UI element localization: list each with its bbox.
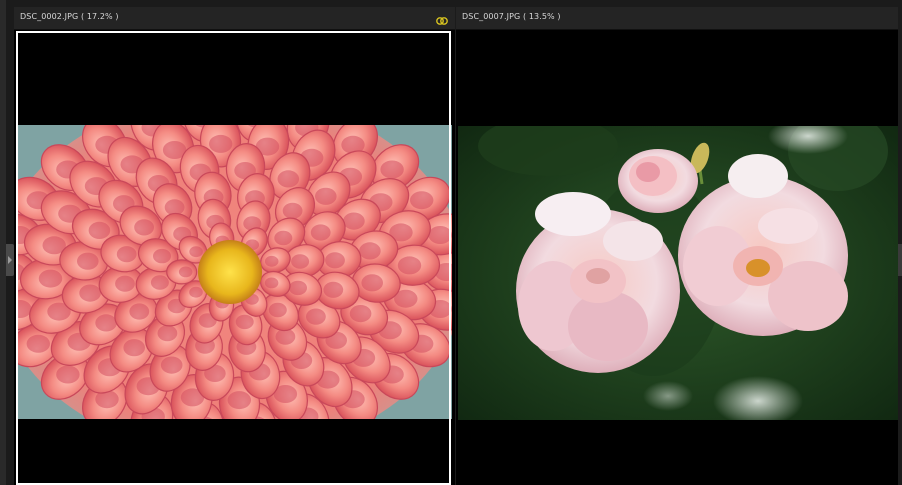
dahlia-petal-shadow	[79, 284, 101, 302]
dahlia-petal-shadow	[323, 281, 344, 298]
dahlia-petal-shadow	[189, 286, 203, 298]
dahlia-petal-shadow	[282, 202, 303, 219]
dahlia-petal-shadow	[77, 252, 99, 270]
dahlia-petal-shadow	[274, 230, 293, 246]
right-panel-toggle[interactable]	[898, 244, 902, 276]
dahlia-petal-shadow	[397, 256, 422, 275]
dahlia-petal-shadow	[306, 308, 326, 325]
dahlia-petal-shadow	[315, 187, 337, 205]
dahlia-petal-shadow	[268, 302, 287, 318]
pane-titlebar-left: DSC_0002.JPG ( 17.2% )	[14, 7, 455, 30]
dahlia-petal-shadow	[209, 134, 233, 153]
dahlia-petal-shadow	[380, 160, 404, 179]
pane-titlebar-right: DSC_0007.JPG ( 13.5% )	[456, 7, 898, 30]
dahlia-petal-shadow	[343, 212, 365, 230]
dahlia-petal-shadow	[410, 191, 434, 210]
dahlia-petal-shadow	[291, 254, 310, 269]
dahlia-petal-shadow	[115, 275, 135, 292]
pane-title-left: DSC_0002.JPG ( 17.2% )	[20, 12, 119, 21]
compare-pane-right[interactable]: DSC_0007.JPG ( 13.5% )	[456, 7, 898, 485]
dahlia-petal-shadow	[428, 226, 452, 244]
dahlia-petal-shadow	[116, 246, 137, 263]
dahlia-petal-shadow	[150, 275, 169, 290]
left-gutter	[0, 0, 6, 485]
dahlia-petal-shadow	[361, 274, 384, 292]
dahlia-petal-shadow	[153, 248, 171, 264]
link-sync-icon[interactable]	[435, 12, 449, 25]
dahlia-petal-shadow	[235, 314, 254, 330]
pane-title-right: DSC_0007.JPG ( 13.5% )	[462, 12, 561, 21]
dahlia-petal-shadow	[264, 255, 279, 267]
photo-roses	[458, 126, 898, 420]
dahlia-petal-shadow	[277, 170, 300, 188]
chevron-right-icon	[8, 256, 12, 264]
dahlia-petal-shadow	[227, 391, 251, 410]
dahlia-petal-shadow	[26, 334, 50, 353]
dahlia-petal-shadow	[56, 365, 80, 384]
dahlia-petal-shadow	[88, 221, 111, 239]
photo-dahlia	[18, 125, 452, 419]
dahlia-petal-shadow	[325, 252, 345, 269]
dahlia-petal-shadow	[289, 280, 307, 296]
compare-pane-left[interactable]: DSC_0002.JPG ( 17.2% )	[14, 7, 455, 485]
dahlia-petal-shadow	[160, 356, 183, 374]
dahlia-petal-shadow	[359, 242, 381, 260]
dahlia-petal-shadow	[129, 303, 150, 320]
dahlia-petal-shadow	[189, 246, 203, 258]
dahlia-petal-shadow	[134, 219, 154, 236]
dahlia-petal-shadow	[178, 266, 193, 278]
dahlia-petal-shadow	[123, 339, 145, 357]
dahlia-petal-shadow	[157, 325, 178, 342]
dahlia-petal-shadow	[38, 269, 63, 288]
dahlia-petal-shadow	[264, 277, 279, 289]
dahlia-petal-shadow	[95, 314, 117, 332]
left-panel-toggle[interactable]	[6, 244, 14, 276]
dahlia-petal-shadow	[310, 224, 331, 241]
dahlia-petal-shadow	[349, 305, 372, 323]
